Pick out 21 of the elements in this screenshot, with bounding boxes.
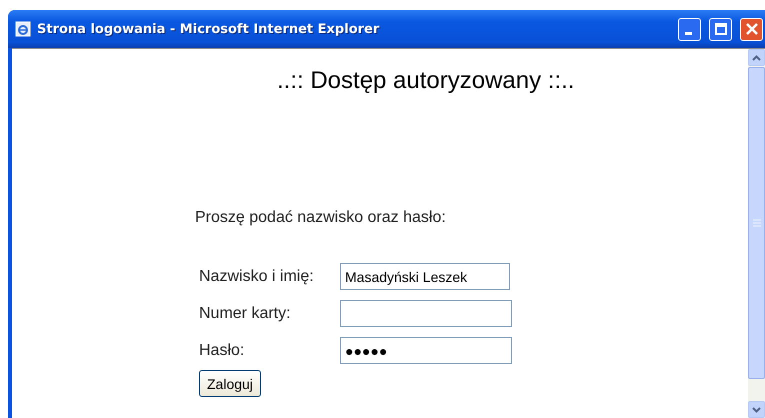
- input-field[interactable]: ●●●●●: [340, 337, 512, 364]
- grip-icon: [752, 219, 760, 227]
- scrollbar[interactable]: [748, 49, 765, 418]
- minimize-icon: [684, 32, 692, 35]
- page-heading: ..:: Dostęp autoryzowany ::..: [277, 67, 574, 95]
- field-label: Hasło:: [199, 342, 246, 360]
- field-label: Numer karty:: [199, 304, 292, 322]
- input-field[interactable]: Masadyński Leszek: [340, 263, 510, 290]
- login-button[interactable]: Zaloguj: [199, 370, 261, 397]
- instruction-text: Proszę podać nazwisko oraz hasło:: [195, 209, 446, 227]
- minimize-button[interactable]: [678, 18, 701, 40]
- input-field[interactable]: [340, 300, 512, 327]
- field-label: Nazwisko i imię:: [199, 268, 315, 286]
- close-icon: [746, 23, 758, 35]
- maximize-icon: [714, 23, 726, 35]
- scroll-up-icon[interactable]: [752, 54, 761, 60]
- close-button[interactable]: [740, 18, 763, 40]
- window-title: Strona logowania - Microsoft Internet Explorer: [37, 22, 380, 36]
- browser-logo-icon: [15, 21, 31, 37]
- maximize-button[interactable]: [709, 18, 732, 40]
- scroll-down-icon[interactable]: [752, 406, 761, 412]
